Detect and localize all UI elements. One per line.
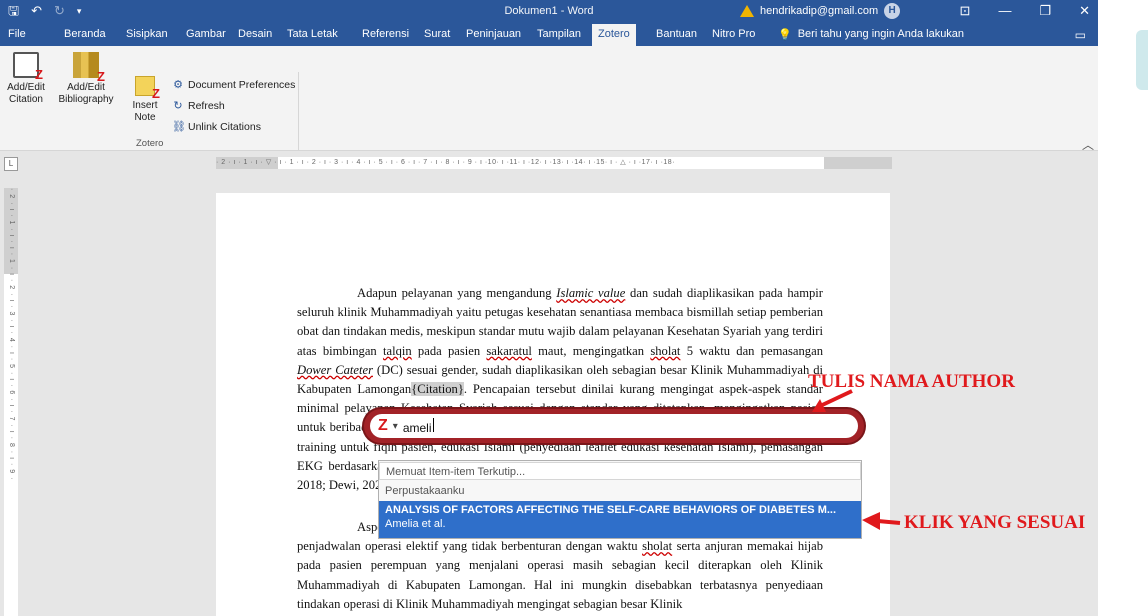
- background-edge: [1098, 0, 1148, 616]
- add-edit-bibliography-button[interactable]: Add/Edit Bibliography: [50, 52, 122, 106]
- zotero-logo-icon[interactable]: Z: [378, 418, 388, 434]
- vertical-ruler-ticks: · 2 · ı · 1 · ı · ı · 1 · ı · 2 · ı · 3 …: [8, 188, 15, 481]
- zotero-search-query[interactable]: ameli: [403, 417, 434, 435]
- result-author: Amelia et al.: [385, 518, 446, 530]
- group-label: Zotero: [136, 138, 164, 149]
- refresh-icon: ↻: [173, 99, 183, 112]
- comment-icon[interactable]: ▭: [1075, 28, 1086, 42]
- tab-surat[interactable]: Surat: [424, 28, 450, 40]
- warning-icon[interactable]: [740, 5, 754, 17]
- tab-file[interactable]: File: [8, 28, 26, 40]
- restore-icon[interactable]: ❐: [1039, 3, 1051, 19]
- minimize-icon[interactable]: —: [998, 3, 1011, 19]
- window-controls: ⊡ — ❐ ✕: [960, 3, 1090, 19]
- annotation-write-author: TULIS NAMA AUTHOR: [808, 371, 1015, 392]
- result-title: ANALYSIS OF FACTORS AFFECTING THE SELF-C…: [385, 504, 837, 516]
- tab-tata-letak[interactable]: Tata Letak: [287, 28, 338, 40]
- result-item-selected[interactable]: ANALYSIS OF FACTORS AFFECTING THE SELF-C…: [379, 501, 861, 538]
- text-caret: [432, 417, 434, 432]
- note-icon: [135, 76, 160, 101]
- zotero-quick-format-bar: Z ▾ ameli: [364, 409, 864, 443]
- zotero-search-field[interactable]: Z ▾ ameli: [370, 414, 858, 438]
- document-preferences-button[interactable]: ⚙ Document Preferences: [172, 74, 295, 95]
- ruler-ticks: · 2 · ı · 1 · ı · ▽ · ı · 1 · ı · 2 · ı …: [216, 159, 676, 166]
- bibliography-icon: [73, 52, 105, 84]
- chevron-down-icon[interactable]: ▾: [393, 421, 398, 432]
- tab-peninjauan[interactable]: Peninjauan: [466, 28, 521, 40]
- right-margin-shade: [824, 157, 892, 169]
- tab-beranda[interactable]: Beranda: [64, 28, 106, 40]
- title-bar: 🖫 ↶ ↻ ▾ Dokumen1 - Word hendrikadip@gmai…: [0, 0, 1098, 24]
- tab-gambar[interactable]: Gambar: [186, 28, 226, 40]
- section-cited-items: Memuat Item-item Terkutip...: [379, 462, 861, 480]
- gear-icon: ⚙: [173, 78, 183, 91]
- user-email[interactable]: hendrikadip@gmail.com: [760, 5, 878, 17]
- tell-me-box[interactable]: 💡 Beri tahu yang ingin Anda lakukan: [778, 28, 964, 41]
- ribbon-tabs: File Beranda Sisipkan Gambar Desain Tata…: [0, 24, 1098, 46]
- zotero-results-list: Memuat Item-item Terkutip... Perpustakaa…: [378, 460, 862, 539]
- add-edit-citation-button[interactable]: Add/Edit Citation: [6, 52, 46, 106]
- document-title: Dokumen1 - Word: [504, 5, 594, 17]
- decorative-shape: [1136, 30, 1148, 90]
- user-area[interactable]: hendrikadip@gmail.com H: [740, 3, 901, 19]
- horizontal-ruler[interactable]: · 2 · ı · 1 · ı · ▽ · ı · 1 · ı · 2 · ı …: [216, 157, 892, 169]
- tab-zotero[interactable]: Zotero: [592, 24, 636, 46]
- group-separator: [298, 72, 299, 152]
- unlink-citations-button[interactable]: ⛓ Unlink Citations: [172, 116, 295, 137]
- tell-me-text[interactable]: Beri tahu yang ingin Anda lakukan: [798, 28, 964, 41]
- tab-selector[interactable]: L: [4, 157, 18, 171]
- tab-desain[interactable]: Desain: [238, 28, 272, 40]
- citation-field[interactable]: {Citation}: [411, 382, 464, 397]
- avatar[interactable]: H: [884, 3, 901, 19]
- unlink-icon: ⛓: [172, 120, 186, 133]
- document-page[interactable]: Adapun pelayanan yang mengandung Islamic…: [216, 193, 890, 616]
- zotero-small-buttons: ⚙ Document Preferences ↻ Refresh ⛓ Unlin…: [172, 74, 295, 137]
- tab-referensi[interactable]: Referensi: [362, 28, 409, 40]
- lightbulb-icon: 💡: [778, 29, 792, 41]
- ribbon-zotero: Add/Edit Citation Add/Edit Bibliography …: [0, 46, 1098, 152]
- tab-nitro-pro[interactable]: Nitro Pro: [712, 28, 755, 40]
- citation-icon: [13, 52, 43, 82]
- insert-note-button[interactable]: Insert Note: [128, 76, 162, 124]
- close-icon[interactable]: ✕: [1079, 3, 1090, 19]
- refresh-button[interactable]: ↻ Refresh: [172, 95, 295, 116]
- annotation-click-match: KLIK YANG SESUAI: [904, 512, 1086, 533]
- vertical-ruler[interactable]: · 2 · ı · 1 · ı · ı · 1 · ı · 2 · ı · 3 …: [4, 188, 18, 616]
- tab-bantuan[interactable]: Bantuan: [656, 28, 697, 40]
- tab-sisipkan[interactable]: Sisipkan: [126, 28, 168, 40]
- horizontal-ruler-row: L · 2 · ı · 1 · ı · ▽ · ı · 1 · ı · 2 · …: [0, 151, 1098, 175]
- ribbon-display-icon[interactable]: ⊡: [960, 3, 971, 19]
- section-my-library: Perpustakaanku: [385, 485, 465, 497]
- tab-tampilan[interactable]: Tampilan: [537, 28, 581, 40]
